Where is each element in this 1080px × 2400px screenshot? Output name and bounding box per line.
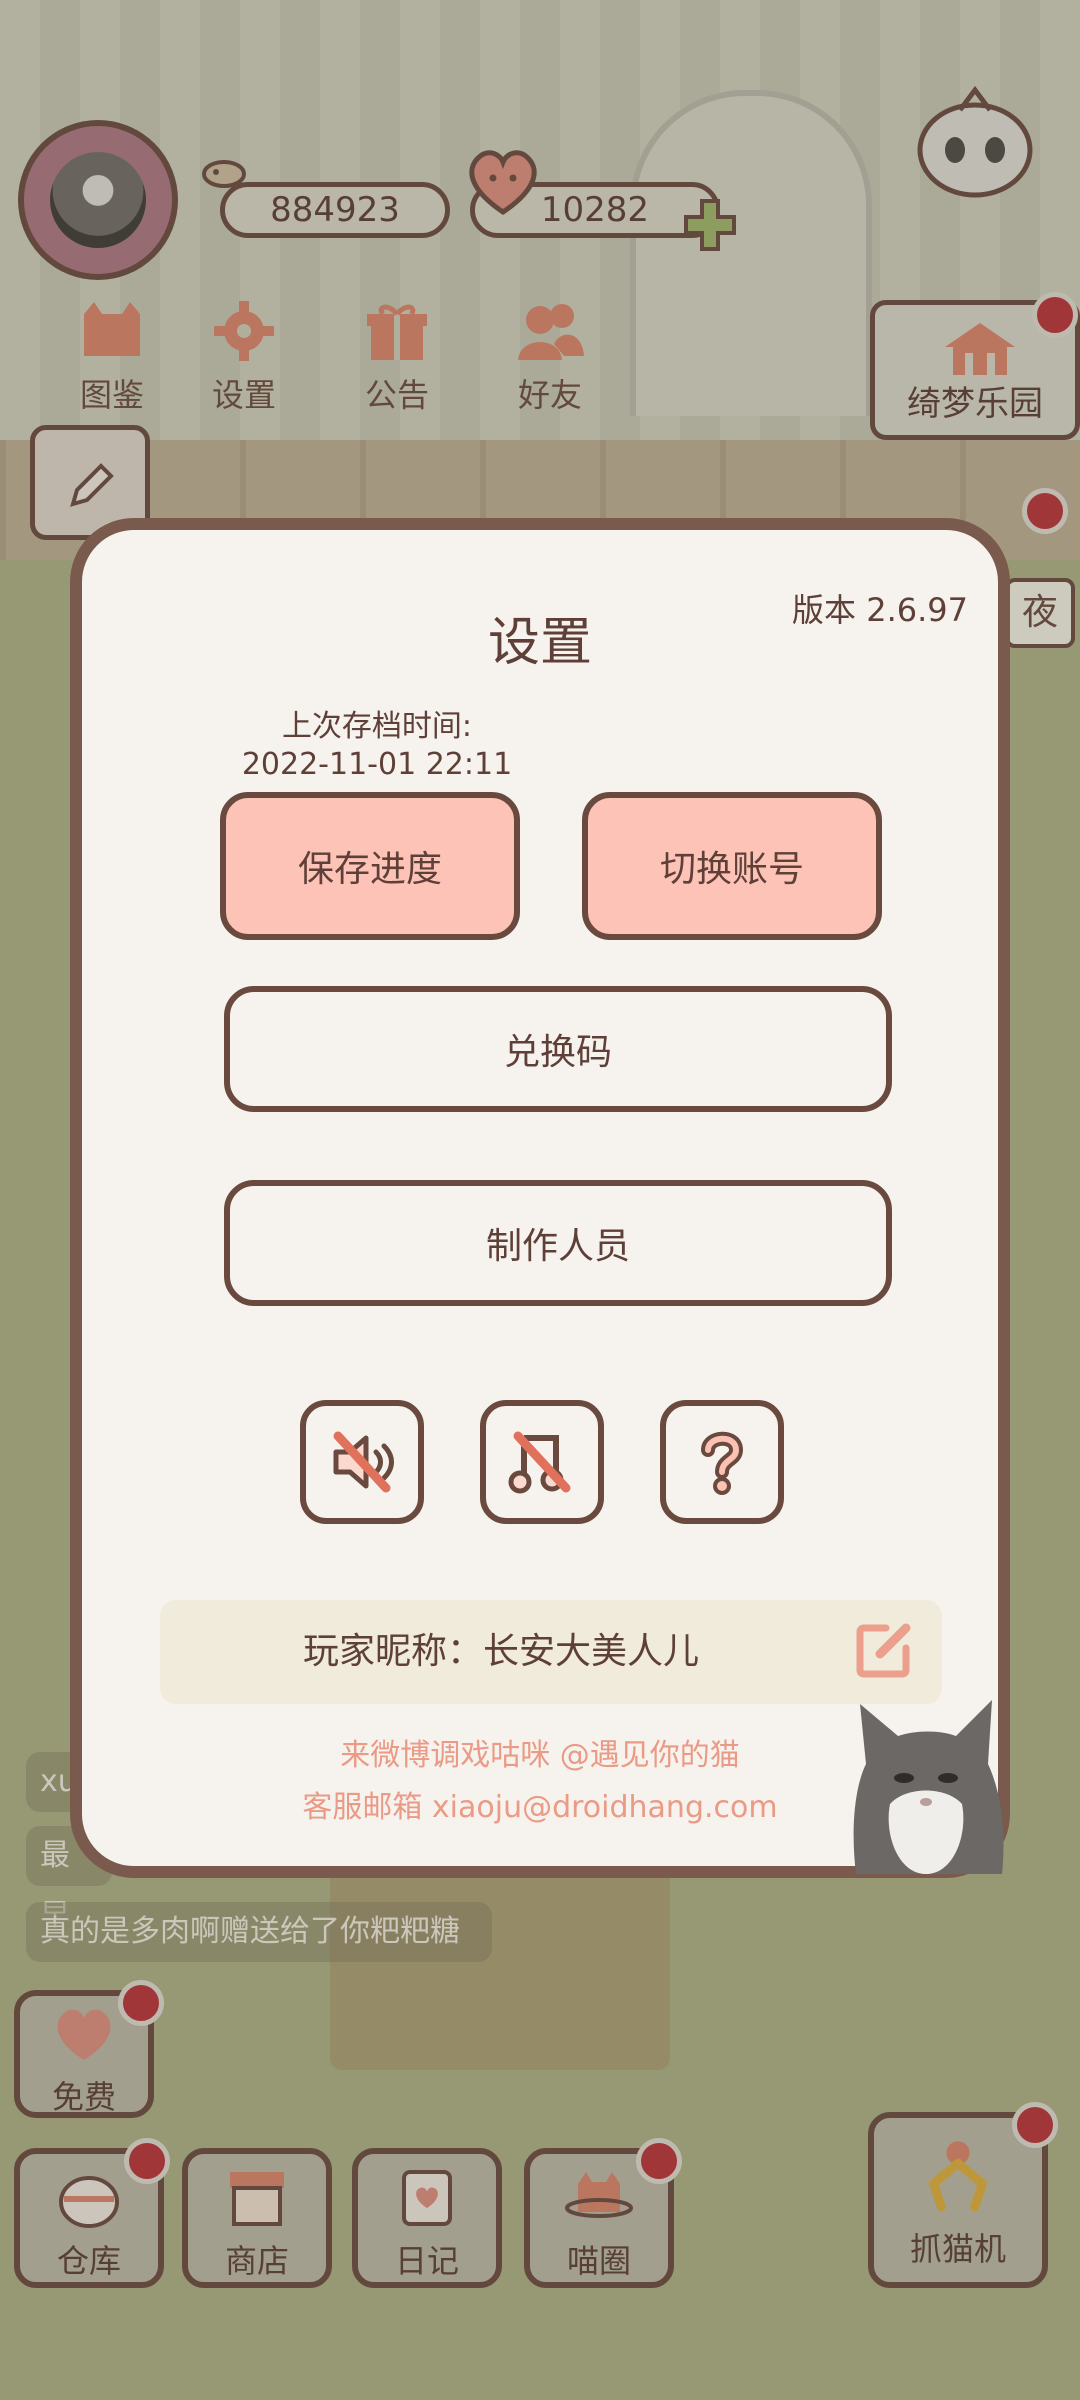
redeem-code-button[interactable]: 兑换码 (224, 986, 892, 1112)
last-save-value: 2022-11-01 22:11 (241, 747, 513, 782)
music-muted-icon (508, 1431, 571, 1494)
edit-icon[interactable] (852, 1618, 916, 1682)
version-label: 版本 2.6.97 (792, 591, 968, 629)
nickname-bar: 玩家昵称：长安大美人儿 (160, 1600, 942, 1704)
sound-toggle-button[interactable] (300, 1400, 424, 1524)
cat-photo-icon (853, 1700, 1004, 1874)
settings-dialog: 设置 版本 2.6.97 上次存档时间: 2022-11-01 22:11 保存… (70, 518, 1010, 1878)
sound-muted-icon (333, 1431, 394, 1493)
nickname-text: 玩家昵称：长安大美人儿 (302, 1631, 699, 1672)
question-mark-icon (701, 1431, 744, 1495)
credits-button[interactable]: 制作人员 (224, 1180, 892, 1306)
redeem-code-label: 兑换码 (503, 1032, 612, 1073)
last-save-time: 上次存档时间: 2022-11-01 22:11 (232, 708, 522, 784)
last-save-label: 上次存档时间: (281, 709, 473, 744)
switch-account-label: 切换账号 (659, 849, 804, 890)
music-toggle-button[interactable] (480, 1400, 604, 1524)
save-progress-label: 保存进度 (297, 849, 442, 890)
support-email-text: 客服邮箱 xiaoju@droidhang.com (302, 1790, 778, 1825)
help-button[interactable] (660, 1400, 784, 1524)
weibo-text: 来微博调戏咕咪 @遇见你的猫 (340, 1738, 740, 1773)
save-progress-button[interactable]: 保存进度 (220, 792, 520, 940)
credits-label: 制作人员 (485, 1226, 630, 1267)
switch-account-button[interactable]: 切换账号 (582, 792, 882, 940)
